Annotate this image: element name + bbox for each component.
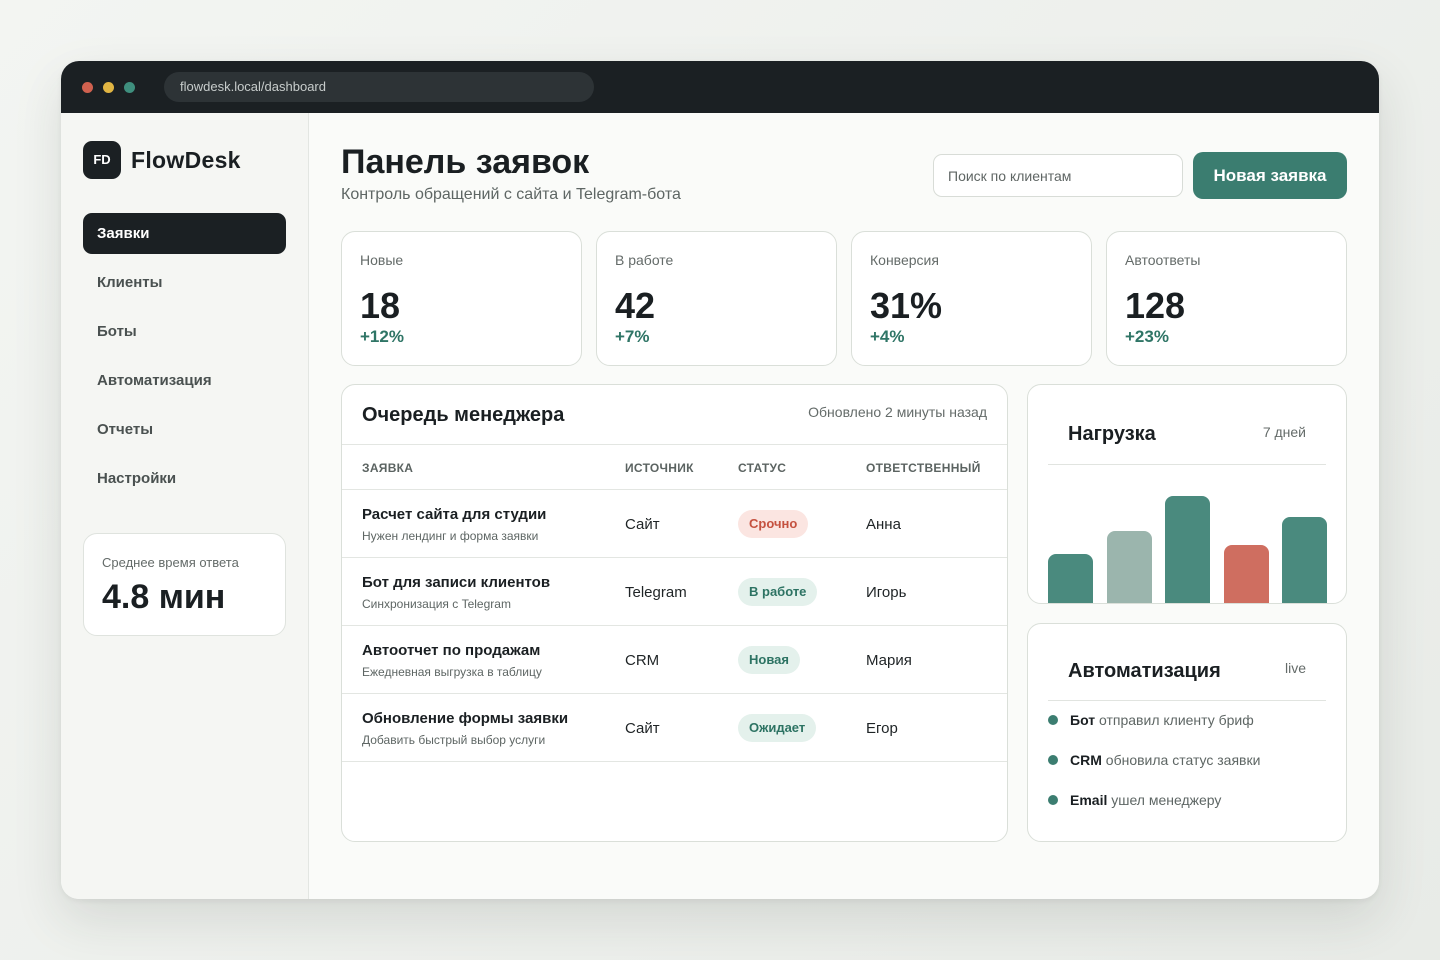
- request-desc: Синхронизация с Telegram: [362, 597, 511, 611]
- queue-title: Очередь менеджера: [362, 404, 565, 426]
- request-owner: Анна: [866, 516, 901, 533]
- request-title: Бот для записи клиентов: [362, 574, 551, 591]
- load-bar: [1165, 496, 1210, 603]
- sidebar-item-automation[interactable]: Автоматизация: [83, 360, 286, 401]
- load-bar-chart: [1048, 480, 1328, 603]
- load-bar: [1282, 517, 1327, 603]
- avg-response-value: 4.8 мин: [102, 578, 226, 616]
- event-text: обновила статус заявки: [1105, 752, 1261, 768]
- request-owner: Мария: [866, 652, 912, 669]
- stat-label: Конверсия: [870, 252, 939, 268]
- stat-delta: +4%: [870, 327, 905, 346]
- load-period[interactable]: 7 дней: [1263, 424, 1306, 440]
- column-header-request[interactable]: ЗАЯВКА: [362, 461, 413, 475]
- manager-queue-card: Очередь менеджера Обновлено 2 минуты наз…: [341, 384, 1008, 842]
- request-title: Расчет сайта для студии: [362, 506, 547, 523]
- minimize-window-icon[interactable]: [103, 82, 114, 93]
- sidebar: FD FlowDesk Заявки Клиенты Боты Автомати…: [61, 113, 309, 899]
- load-bar: [1106, 531, 1152, 603]
- event-actor: Email: [1070, 792, 1108, 808]
- stat-value: 42: [615, 285, 656, 326]
- event-text: ушел менеджеру: [1111, 792, 1222, 808]
- status-dot-icon: [1048, 715, 1058, 726]
- automation-event: CRM обновила статус заявки: [1048, 752, 1260, 768]
- load-card: Нагрузка 7 дней: [1027, 384, 1347, 604]
- stat-card-autoreplies: Автоответы 128 +23%: [1106, 231, 1347, 366]
- table-row[interactable]: Обновление формы заявки Добавить быстрый…: [342, 694, 1007, 762]
- status-badge: Новая: [738, 646, 800, 674]
- stat-card-conversion: Конверсия 31% +4%: [851, 231, 1092, 366]
- stat-card-new: Новые 18 +12%: [341, 231, 582, 366]
- request-source: CRM: [625, 652, 660, 669]
- table-row[interactable]: Расчет сайта для студии Нужен лендинг и …: [342, 490, 1007, 558]
- request-owner: Егор: [866, 720, 898, 737]
- sidebar-item-clients[interactable]: Клиенты: [83, 262, 286, 303]
- request-desc: Ежедневная выгрузка в таблицу: [362, 665, 542, 679]
- avg-response-label: Среднее время ответа: [102, 555, 239, 570]
- stat-delta: +23%: [1125, 327, 1169, 346]
- request-title: Обновление формы заявки: [362, 710, 569, 727]
- request-owner: Игорь: [866, 584, 907, 601]
- status-dot-icon: [1048, 795, 1058, 806]
- avg-response-card: Среднее время ответа 4.8 мин: [83, 533, 286, 636]
- stat-label: Автоответы: [1125, 252, 1201, 268]
- status-badge: Ожидает: [738, 714, 817, 742]
- stats-row: Новые 18 +12% В работе 42 +7% Конверсия …: [341, 231, 1347, 366]
- search-input[interactable]: [933, 154, 1183, 197]
- load-bar: [1048, 554, 1093, 603]
- automation-event: Бот отправил клиенту бриф: [1048, 712, 1254, 728]
- column-header-owner[interactable]: ОТВЕТСТВЕННЫЙ: [866, 461, 981, 475]
- logo-text: FlowDesk: [131, 147, 241, 173]
- stat-value: 128: [1125, 285, 1186, 326]
- sidebar-item-reports[interactable]: Отчеты: [83, 409, 286, 450]
- table-row[interactable]: Бот для записи клиентов Синхронизация с …: [342, 558, 1007, 626]
- event-actor: CRM: [1070, 752, 1102, 768]
- main-content: Панель заявок Контроль обращений с сайта…: [309, 113, 1379, 899]
- event-actor: Бот: [1070, 712, 1096, 728]
- request-source: Telegram: [625, 584, 687, 601]
- page-title: Панель заявок: [341, 143, 590, 181]
- table-header: ЗАЯВКА ИСТОЧНИК СТАТУС ОТВЕТСТВЕННЫЙ: [342, 444, 1007, 490]
- logo-icon: FD: [83, 141, 121, 179]
- column-header-source[interactable]: ИСТОЧНИК: [625, 461, 694, 475]
- load-bar: [1223, 545, 1269, 603]
- stat-value: 18: [360, 285, 401, 326]
- stat-delta: +7%: [615, 327, 650, 346]
- status-dot-icon: [1048, 755, 1058, 766]
- divider: [1048, 464, 1326, 465]
- request-desc: Добавить быстрый выбор услуги: [362, 733, 546, 747]
- stat-card-in-progress: В работе 42 +7%: [596, 231, 837, 366]
- stat-value: 31%: [870, 285, 943, 326]
- load-title: Нагрузка: [1068, 423, 1156, 445]
- automation-title: Автоматизация: [1068, 660, 1221, 682]
- queue-updated: Обновлено 2 минуты назад: [808, 404, 987, 420]
- automation-card: Автоматизация live Бот отправил клиенту …: [1027, 623, 1347, 842]
- status-badge: Срочно: [738, 510, 809, 538]
- sidebar-nav: Заявки Клиенты Боты Автоматизация Отчеты…: [83, 213, 286, 507]
- request-source: Сайт: [625, 720, 660, 737]
- page-subtitle: Контроль обращений с сайта и Telegram-бо…: [341, 186, 681, 203]
- status-badge: В работе: [738, 578, 818, 606]
- request-source: Сайт: [625, 516, 660, 533]
- request-title: Автоотчет по продажам: [362, 642, 541, 659]
- sidebar-item-bots[interactable]: Боты: [83, 311, 286, 352]
- browser-titlebar: flowdesk.local/dashboard: [61, 61, 1379, 113]
- maximize-window-icon[interactable]: [124, 82, 135, 93]
- close-window-icon[interactable]: [82, 82, 93, 93]
- table-row[interactable]: Автоотчет по продажам Ежедневная выгрузк…: [342, 626, 1007, 694]
- divider: [1048, 700, 1326, 701]
- stat-label: В работе: [615, 252, 674, 268]
- stat-label: Новые: [360, 252, 404, 268]
- address-bar[interactable]: flowdesk.local/dashboard: [164, 72, 594, 102]
- column-header-status[interactable]: СТАТУС: [738, 461, 786, 475]
- live-badge: live: [1284, 660, 1306, 676]
- stat-delta: +12%: [360, 327, 404, 346]
- request-desc: Нужен лендинг и форма заявки: [362, 529, 539, 543]
- automation-event: Email ушел менеджеру: [1048, 792, 1221, 808]
- sidebar-item-settings[interactable]: Настройки: [83, 458, 286, 499]
- new-request-button[interactable]: Новая заявка: [1193, 152, 1347, 199]
- sidebar-item-requests[interactable]: Заявки: [83, 213, 286, 254]
- event-text: отправил клиенту бриф: [1099, 712, 1254, 728]
- browser-window: flowdesk.local/dashboard FD FlowDesk Зая…: [61, 61, 1379, 899]
